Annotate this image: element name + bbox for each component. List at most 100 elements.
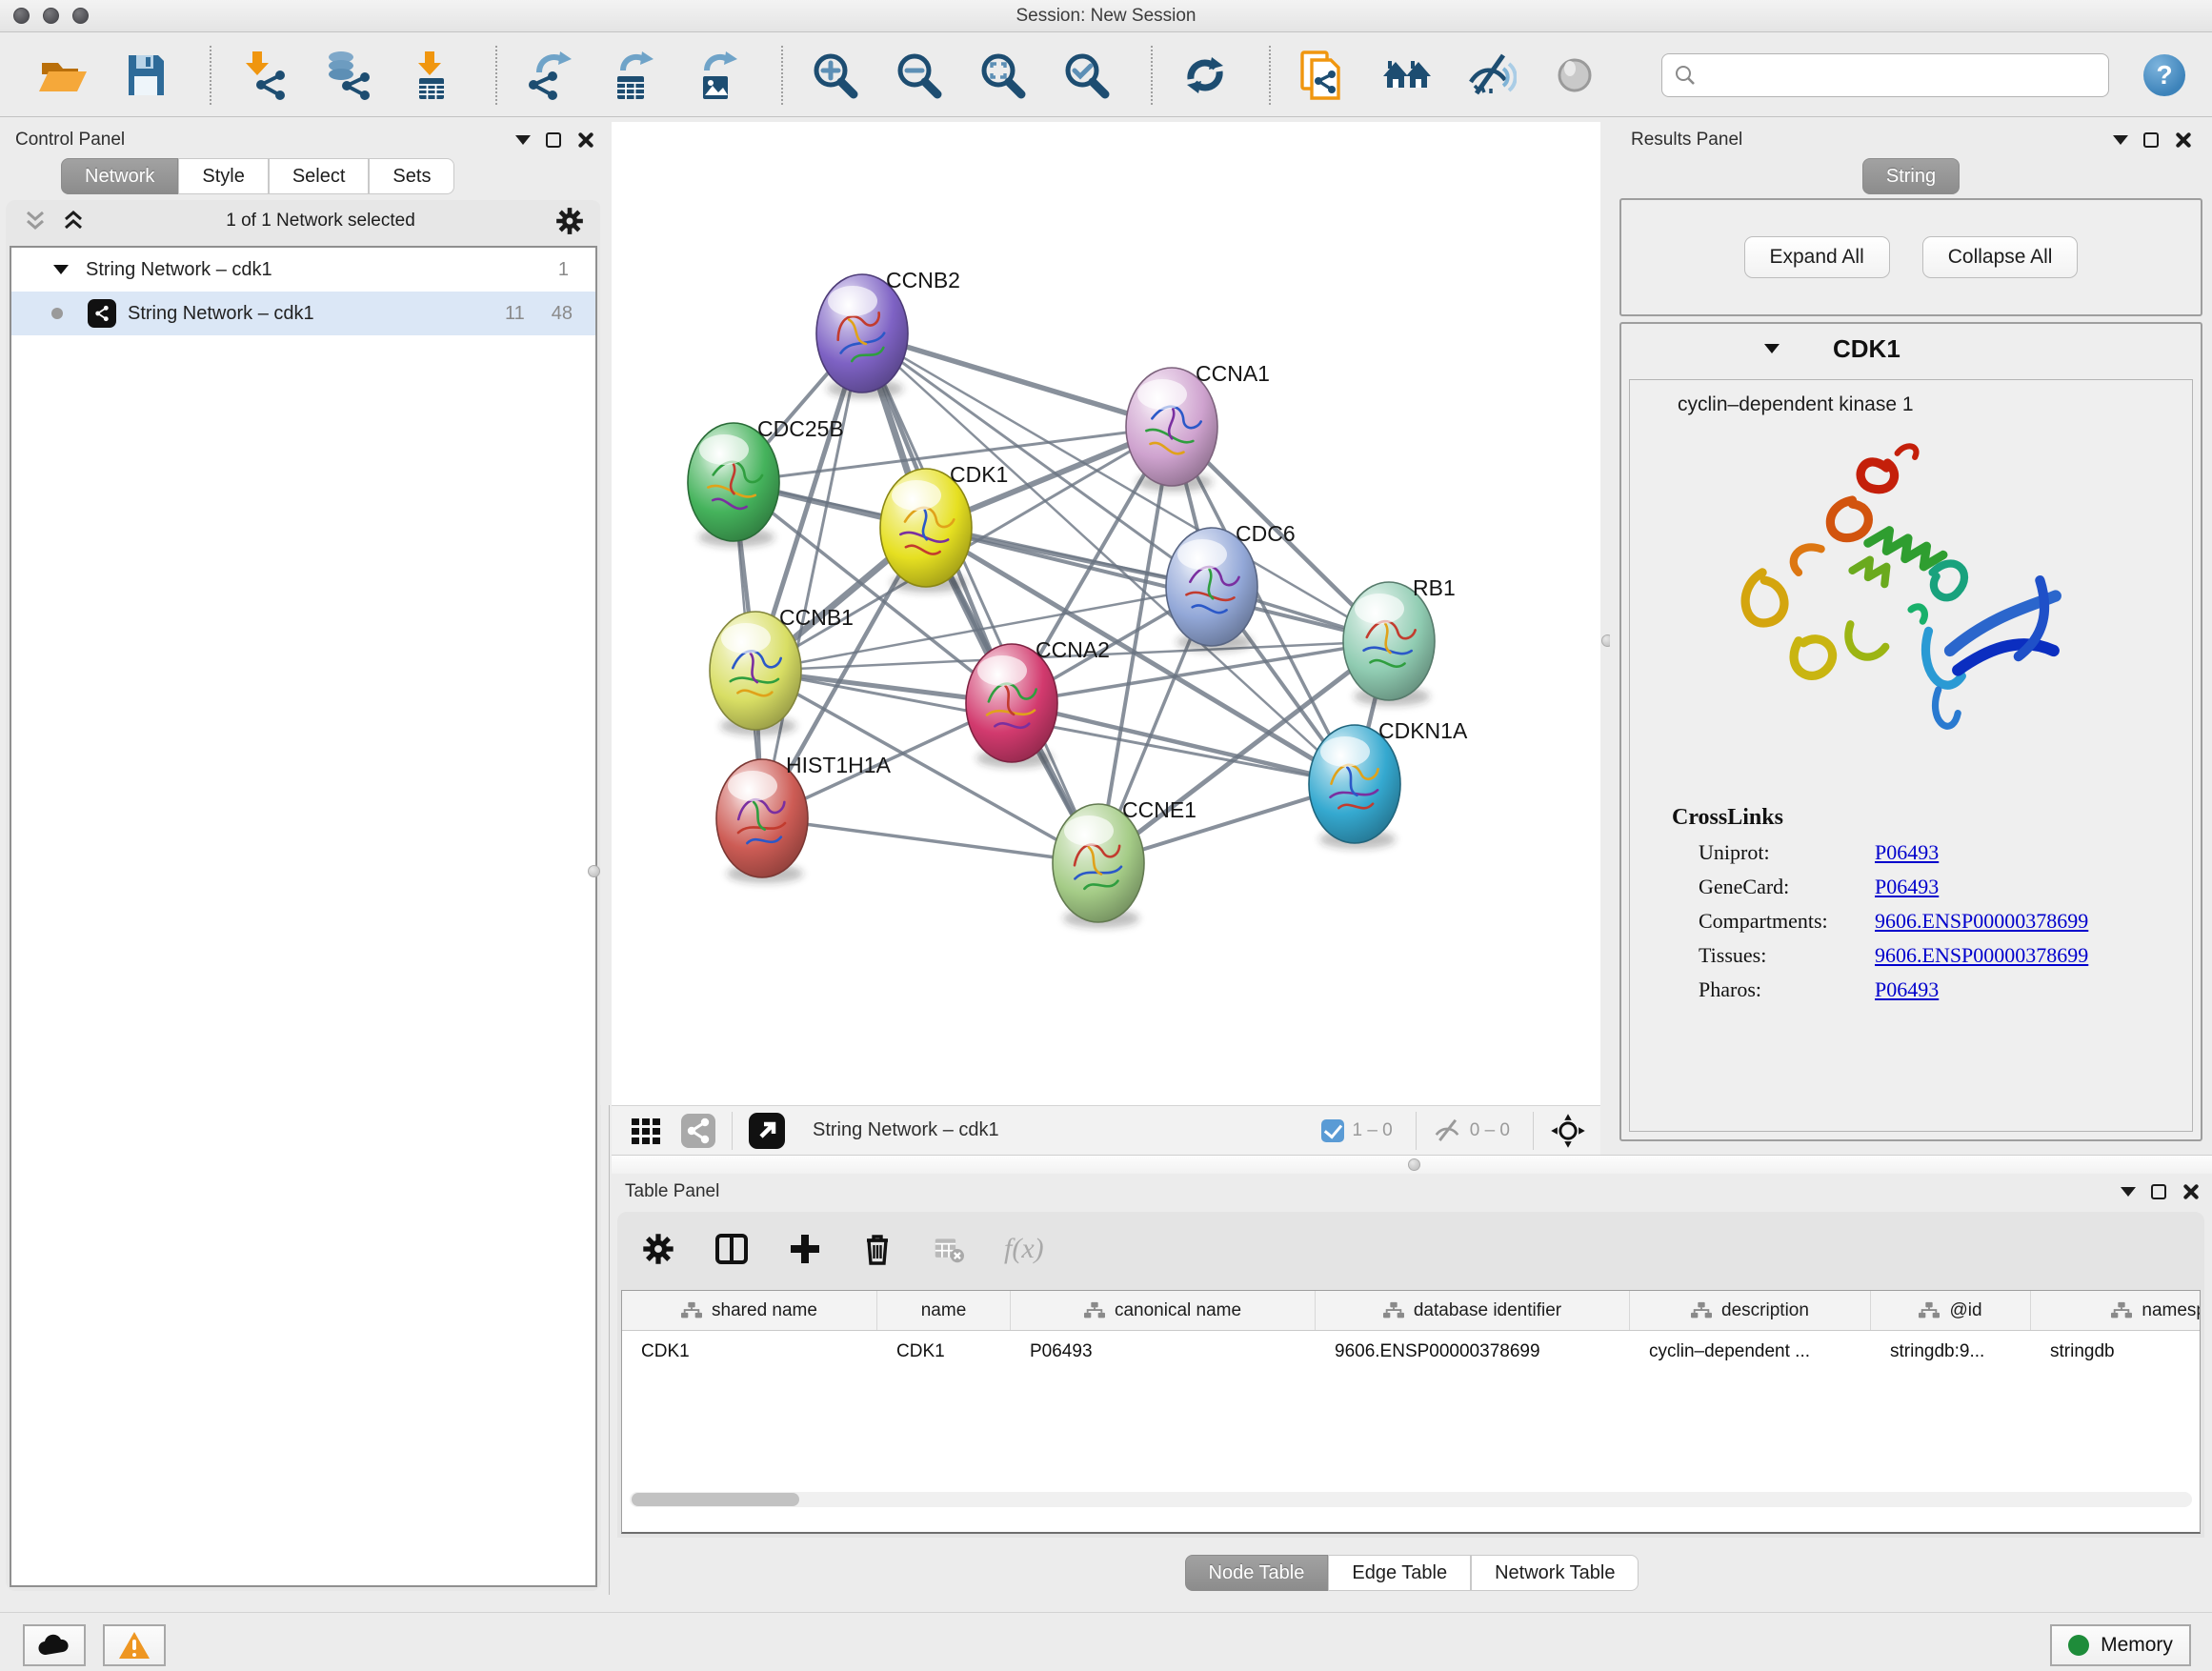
left-splitter[interactable]	[600, 122, 610, 1105]
crosshair-target-icon[interactable]	[1549, 1112, 1587, 1150]
table-cell[interactable]: cyclin–dependent ...	[1630, 1331, 1871, 1373]
export-image-button[interactable]	[690, 48, 745, 103]
first-neighbors-button[interactable]	[1379, 48, 1435, 103]
network-collection-row[interactable]: String Network – cdk1 1	[11, 248, 595, 292]
column-header-namespace[interactable]: namespace	[2031, 1291, 2201, 1330]
add-column-button[interactable]	[789, 1233, 821, 1265]
memory-button[interactable]: Memory	[2050, 1624, 2191, 1666]
panel-float-icon[interactable]	[2151, 1184, 2166, 1199]
panel-close-icon[interactable]	[576, 131, 593, 149]
horizontal-splitter[interactable]	[612, 1155, 2212, 1174]
crosslink-value-link[interactable]: P06493	[1875, 875, 1939, 899]
column-header-canonical-name[interactable]: canonical name	[1011, 1291, 1316, 1330]
panel-close-icon[interactable]	[2174, 131, 2191, 149]
tab-edge-table[interactable]: Edge Table	[1328, 1555, 1471, 1591]
column-header-name[interactable]: name	[877, 1291, 1011, 1330]
collection-expanded-icon[interactable]	[53, 265, 69, 274]
collapse-all-tree-icon[interactable]	[61, 209, 86, 233]
panel-float-icon[interactable]	[2143, 132, 2159, 148]
birdseye-grid-button[interactable]	[625, 1110, 667, 1152]
table-cell[interactable]: stringdb	[2031, 1331, 2201, 1373]
expand-all-button[interactable]: Expand All	[1744, 236, 1890, 278]
table-cell[interactable]: CDK1	[622, 1331, 877, 1373]
cloud-status-button[interactable]	[23, 1624, 86, 1666]
edge-CCNB2-CCNE1[interactable]	[862, 333, 1098, 863]
import-network-file-button[interactable]	[236, 48, 292, 103]
column-header--id[interactable]: @id	[1871, 1291, 2031, 1330]
column-header-description[interactable]: description	[1630, 1291, 1871, 1330]
refresh-view-button[interactable]	[1177, 48, 1233, 103]
import-network-database-button[interactable]	[320, 48, 375, 103]
string-network-graph[interactable]: CCNB2CCNA1CDC25BCDK1CDC6RB1CCNB1CCNA2CDK…	[612, 122, 1600, 1105]
open-in-new-window-button[interactable]	[748, 1112, 786, 1150]
table-row[interactable]: CDK1CDK1P064939606.ENSP00000378699cyclin…	[622, 1331, 2200, 1373]
edge-CCNB2-CCNA1[interactable]	[862, 333, 1172, 427]
node-CCNA1[interactable]: CCNA1	[1126, 361, 1270, 492]
tab-network[interactable]: Network	[61, 158, 178, 194]
network-row-selected[interactable]: String Network – cdk1 11 48	[11, 292, 595, 335]
tab-node-table[interactable]: Node Table	[1185, 1555, 1329, 1591]
hidden-items-eye-icon[interactable]	[1432, 1116, 1462, 1146]
crosslink-value-link[interactable]: P06493	[1875, 840, 1939, 865]
edge-CCNB2-HIST1H1A[interactable]	[762, 333, 862, 818]
table-options-gear-button[interactable]	[642, 1233, 674, 1265]
node-CCNE1[interactable]: CCNE1	[1053, 797, 1196, 928]
horizontal-splitter-handle[interactable]	[1408, 1158, 1420, 1171]
tab-string[interactable]: String	[1862, 158, 1960, 194]
panel-menu-icon[interactable]	[2113, 135, 2128, 145]
zoom-in-button[interactable]	[808, 48, 863, 103]
column-header-shared-name[interactable]: shared name	[622, 1291, 877, 1330]
network-share-toggle-button[interactable]	[680, 1113, 716, 1149]
selected-nodes-checkbox[interactable]	[1321, 1119, 1344, 1142]
panel-close-icon[interactable]	[2182, 1183, 2199, 1200]
expand-all-tree-icon[interactable]	[23, 209, 48, 233]
node-RB1[interactable]: RB1	[1343, 575, 1456, 706]
left-splitter-handle[interactable]	[588, 865, 600, 877]
delete-column-button[interactable]	[861, 1233, 894, 1265]
export-network-button[interactable]	[522, 48, 577, 103]
help-button[interactable]: ?	[2143, 54, 2185, 96]
show-graphics-details-button[interactable]	[1547, 48, 1602, 103]
node-CDKN1A[interactable]: CDKN1A	[1309, 718, 1468, 849]
node-HIST1H1A[interactable]: HIST1H1A	[716, 753, 892, 883]
show-columns-button[interactable]	[714, 1232, 749, 1266]
network-view-canvas[interactable]: CCNB2CCNA1CDC25BCDK1CDC6RB1CCNB1CCNA2CDK…	[612, 122, 1600, 1105]
import-table-file-button[interactable]	[404, 48, 459, 103]
node-CDK1[interactable]: CDK1	[880, 462, 1008, 593]
open-session-button[interactable]	[34, 48, 90, 103]
crosslink-value-link[interactable]: 9606.ENSP00000378699	[1875, 943, 2088, 968]
node-CDC25B[interactable]: CDC25B	[688, 416, 844, 547]
clone-network-button[interactable]	[1296, 48, 1351, 103]
scrollbar-thumb[interactable]	[632, 1493, 799, 1506]
entry-expanded-icon[interactable]	[1764, 344, 1780, 353]
table-cell[interactable]: P06493	[1011, 1331, 1316, 1373]
table-cell[interactable]: stringdb:9...	[1871, 1331, 2031, 1373]
table-cell[interactable]: 9606.ENSP00000378699	[1316, 1331, 1630, 1373]
search-input[interactable]	[1704, 65, 2108, 86]
zoom-fit-button[interactable]	[975, 48, 1031, 103]
table-cell[interactable]: CDK1	[877, 1331, 1011, 1373]
column-header-database-identifier[interactable]: database identifier	[1316, 1291, 1630, 1330]
save-session-button[interactable]	[118, 48, 173, 103]
export-table-button[interactable]	[606, 48, 661, 103]
hide-selection-button[interactable]	[1463, 48, 1518, 103]
crosslink-value-link[interactable]: P06493	[1875, 977, 1939, 1002]
edge-HIST1H1A-CCNE1[interactable]	[762, 818, 1098, 863]
tab-network-table[interactable]: Network Table	[1471, 1555, 1639, 1591]
panel-float-icon[interactable]	[546, 132, 561, 148]
network-options-gear-icon[interactable]	[555, 207, 584, 235]
node-CCNA2[interactable]: CCNA2	[966, 637, 1110, 768]
zoom-out-button[interactable]	[892, 48, 947, 103]
tab-select[interactable]: Select	[269, 158, 370, 194]
collapse-all-button[interactable]: Collapse All	[1922, 236, 2079, 278]
panel-menu-icon[interactable]	[515, 135, 531, 145]
tab-sets[interactable]: Sets	[369, 158, 454, 194]
table-horizontal-scrollbar[interactable]	[630, 1492, 2192, 1507]
panel-menu-icon[interactable]	[2121, 1187, 2136, 1197]
warnings-button[interactable]	[103, 1624, 166, 1666]
tab-style[interactable]: Style	[178, 158, 268, 194]
zoom-selected-button[interactable]	[1059, 48, 1115, 103]
node-CCNB1[interactable]: CCNB1	[710, 605, 854, 735]
entry-header[interactable]: CDK1	[1621, 324, 2201, 373]
edge-CDK1-RB1[interactable]	[926, 528, 1389, 641]
